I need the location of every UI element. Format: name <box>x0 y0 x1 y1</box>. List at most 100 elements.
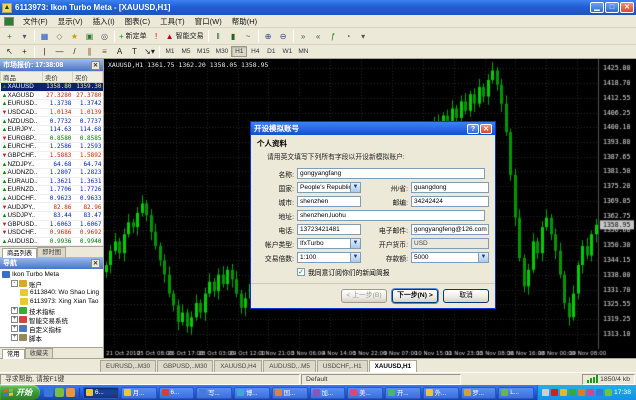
collapse-icon[interactable]: - <box>11 280 18 287</box>
navigator-header[interactable]: 导航 ✕ <box>0 257 103 269</box>
timeframe-m5-button[interactable]: M5 <box>178 46 194 57</box>
menu-窗口W[interactable]: 窗口(W) <box>190 15 227 28</box>
crosshair-icon[interactable]: + <box>17 45 32 59</box>
task-button[interactable]: L... <box>498 387 534 399</box>
indicators-icon[interactable]: ƒ <box>326 29 341 43</box>
trendline-icon[interactable]: / <box>67 45 82 59</box>
market-watch-row-USDCHF[interactable]: ▼USDCHF..0.96860.9692 <box>1 229 103 238</box>
volume-icon[interactable] <box>542 389 549 396</box>
navigator-tab[interactable]: 收藏夹 <box>25 348 54 358</box>
market-watch-row-USDJPY[interactable]: ▲USDJPY..83.4483.47 <box>1 211 103 220</box>
phone-field[interactable]: 13723421481 <box>297 224 361 235</box>
market-watch-row-AUDJPY[interactable]: ▼AUDJPY..82.8682.96 <box>1 203 103 212</box>
menu-图表C[interactable]: 图表(C) <box>120 15 155 28</box>
dialog-title-bar[interactable]: 开设模拟账号 ? ✕ <box>251 122 495 135</box>
market-watch-close-icon[interactable]: ✕ <box>91 61 100 70</box>
market-watch-tab[interactable]: 即时图 <box>37 247 66 257</box>
market-watch-row-AUDUSD[interactable]: ▲AUDUSD..0.99360.9940 <box>1 237 103 246</box>
open-demo-account-dialog[interactable]: 开设模拟账号 ? ✕ 个人资料 请用英文填写下列所有字段以开设新模拟账户: 名称… <box>250 121 496 309</box>
expand-icon[interactable]: + <box>11 316 18 323</box>
input-method-icon[interactable] <box>596 389 603 396</box>
media-player-icon[interactable] <box>66 388 75 397</box>
name-field[interactable]: gongyangfang <box>297 168 485 179</box>
account-type-dropdown-icon[interactable]: ▼ <box>350 238 361 249</box>
market-watch-row-EURAUD[interactable]: ▲EURAUD..1.36211.3631 <box>1 177 103 186</box>
navigator-close-icon[interactable]: ✕ <box>91 259 100 268</box>
task-button[interactable]: 国... <box>272 387 308 399</box>
ea-toggle-button[interactable]: ▲智能交易 <box>164 29 206 43</box>
newsletter-checkbox[interactable]: ✓ <box>297 268 305 276</box>
tree-item[interactable]: +脚本 <box>0 333 103 342</box>
chart-tab-XAUUSDH4[interactable]: XAUUSD,H4 <box>214 360 262 372</box>
minimize-button[interactable]: ▁ <box>590 2 604 13</box>
expand-icon[interactable]: + <box>11 334 18 341</box>
dialog-close-icon[interactable]: ✕ <box>480 124 492 134</box>
zip-field[interactable]: 34242424 <box>411 196 489 207</box>
task-button[interactable]: 美... <box>347 387 383 399</box>
timeframe-w1-button[interactable]: W1 <box>279 46 295 57</box>
security-icon[interactable] <box>578 389 585 396</box>
timeframe-m15-button[interactable]: M15 <box>194 46 213 57</box>
text-icon[interactable]: A <box>112 45 127 59</box>
menu-文件F[interactable]: 文件(F) <box>18 15 53 28</box>
task-button[interactable]: 6... <box>159 387 195 399</box>
task-button[interactable]: 加... <box>310 387 346 399</box>
chart-tab-AUDUSDM5[interactable]: AUDUSD,..M5 <box>263 360 316 372</box>
bid-column-header[interactable]: 卖价 <box>42 72 72 83</box>
chart-tab-GBPUSDM30[interactable]: GBPUSD,..M30 <box>157 360 213 372</box>
menu-帮助H[interactable]: 帮助(H) <box>227 15 262 28</box>
address-field[interactable]: shenzhen,luohu <box>297 210 485 221</box>
chart-tab-USDCHFH1[interactable]: USDCHF,..H1 <box>317 360 368 372</box>
tree-item[interactable]: -账户 <box>0 279 103 288</box>
task-button[interactable]: 写... <box>196 387 232 399</box>
menu-显示V[interactable]: 显示(V) <box>53 15 88 28</box>
city-field[interactable]: shenzhen <box>297 196 361 207</box>
market-watch-header-row[interactable]: 商品 卖价 买价 <box>1 72 103 83</box>
bar-chart-icon[interactable]: ‖ <box>211 29 226 43</box>
expert-advisors-icon[interactable]: ! <box>149 29 164 43</box>
market-watch-row-EURCHF[interactable]: ▲EURCHF..1.25861.2593 <box>1 143 103 152</box>
data-window-icon[interactable]: ◇ <box>52 29 67 43</box>
show-desktop-icon[interactable] <box>55 388 64 397</box>
market-watch-row-GBPCHF[interactable]: ▼GBPCHF..1.58831.5892 <box>1 151 103 160</box>
market-watch-tab[interactable]: 商品列表 <box>2 248 37 258</box>
task-button[interactable]: 外... <box>423 387 459 399</box>
country-dropdown-icon[interactable]: ▼ <box>350 182 361 193</box>
timeframe-mn-button[interactable]: MN <box>295 46 311 57</box>
timeframe-h1-button[interactable]: H1 <box>231 46 247 57</box>
strategy-tester-icon[interactable]: ◎ <box>97 29 112 43</box>
navigator-tab[interactable]: 常用 <box>2 349 25 359</box>
ie-icon[interactable] <box>44 388 53 397</box>
state-field[interactable]: guangdong <box>411 182 489 193</box>
next-button[interactable]: 下一步(N) > <box>392 289 438 303</box>
country-select[interactable]: People's Republic of China ▼ <box>297 182 361 193</box>
fibonacci-icon[interactable]: ≡ <box>97 45 112 59</box>
cursor-icon[interactable]: ↖ <box>2 45 17 59</box>
vertical-line-icon[interactable]: | <box>37 45 52 59</box>
download-icon[interactable] <box>587 389 594 396</box>
market-watch-row-EURJPY[interactable]: ▲EURJPY..114.63114.68 <box>1 125 103 134</box>
chart-tab-EURUSDM30[interactable]: EURUSD,..M30 <box>100 360 156 372</box>
zoom-out-icon[interactable]: ⊖ <box>276 29 291 43</box>
cancel-button[interactable]: 取消 <box>443 289 489 303</box>
chart-area[interactable]: XAUUSD,H1 1361.75 1362.20 1358.05 1358.9… <box>104 59 636 358</box>
leverage-select[interactable]: 1:100 ▼ <box>297 252 361 263</box>
tree-item[interactable]: +自定义指标 <box>0 324 103 333</box>
market-watch-row-EURUSD[interactable]: ▲EURUSD..1.37381.3742 <box>1 100 103 109</box>
email-field[interactable]: gongyangfeng@126.com <box>411 224 489 235</box>
chart-shift-icon[interactable]: « <box>311 29 326 43</box>
menu-插入I[interactable]: 插入(I) <box>88 15 120 28</box>
periods-icon[interactable]: ◔ <box>341 29 356 43</box>
chart-tab-XAUUSDH1[interactable]: XAUUSD,H1 <box>369 360 417 372</box>
ask-column-header[interactable]: 买价 <box>72 72 102 83</box>
channel-icon[interactable]: ∥ <box>82 45 97 59</box>
market-watch-row-GBPUSD[interactable]: ▼GBPUSD..1.60631.6067 <box>1 220 103 229</box>
timeframe-m1-button[interactable]: M1 <box>162 46 178 57</box>
market-watch-row-NZDJPY[interactable]: ▲NZDJPY..64.6864.74 <box>1 160 103 169</box>
navigator-icon[interactable]: ★ <box>67 29 82 43</box>
antivirus-icon[interactable] <box>551 389 558 396</box>
templates-icon[interactable]: ▾ <box>356 29 371 43</box>
market-watch-icon[interactable]: ▦ <box>37 29 52 43</box>
arrows-icon[interactable]: ↘▾ <box>142 45 157 59</box>
new-chart-icon[interactable]: + <box>2 29 17 43</box>
